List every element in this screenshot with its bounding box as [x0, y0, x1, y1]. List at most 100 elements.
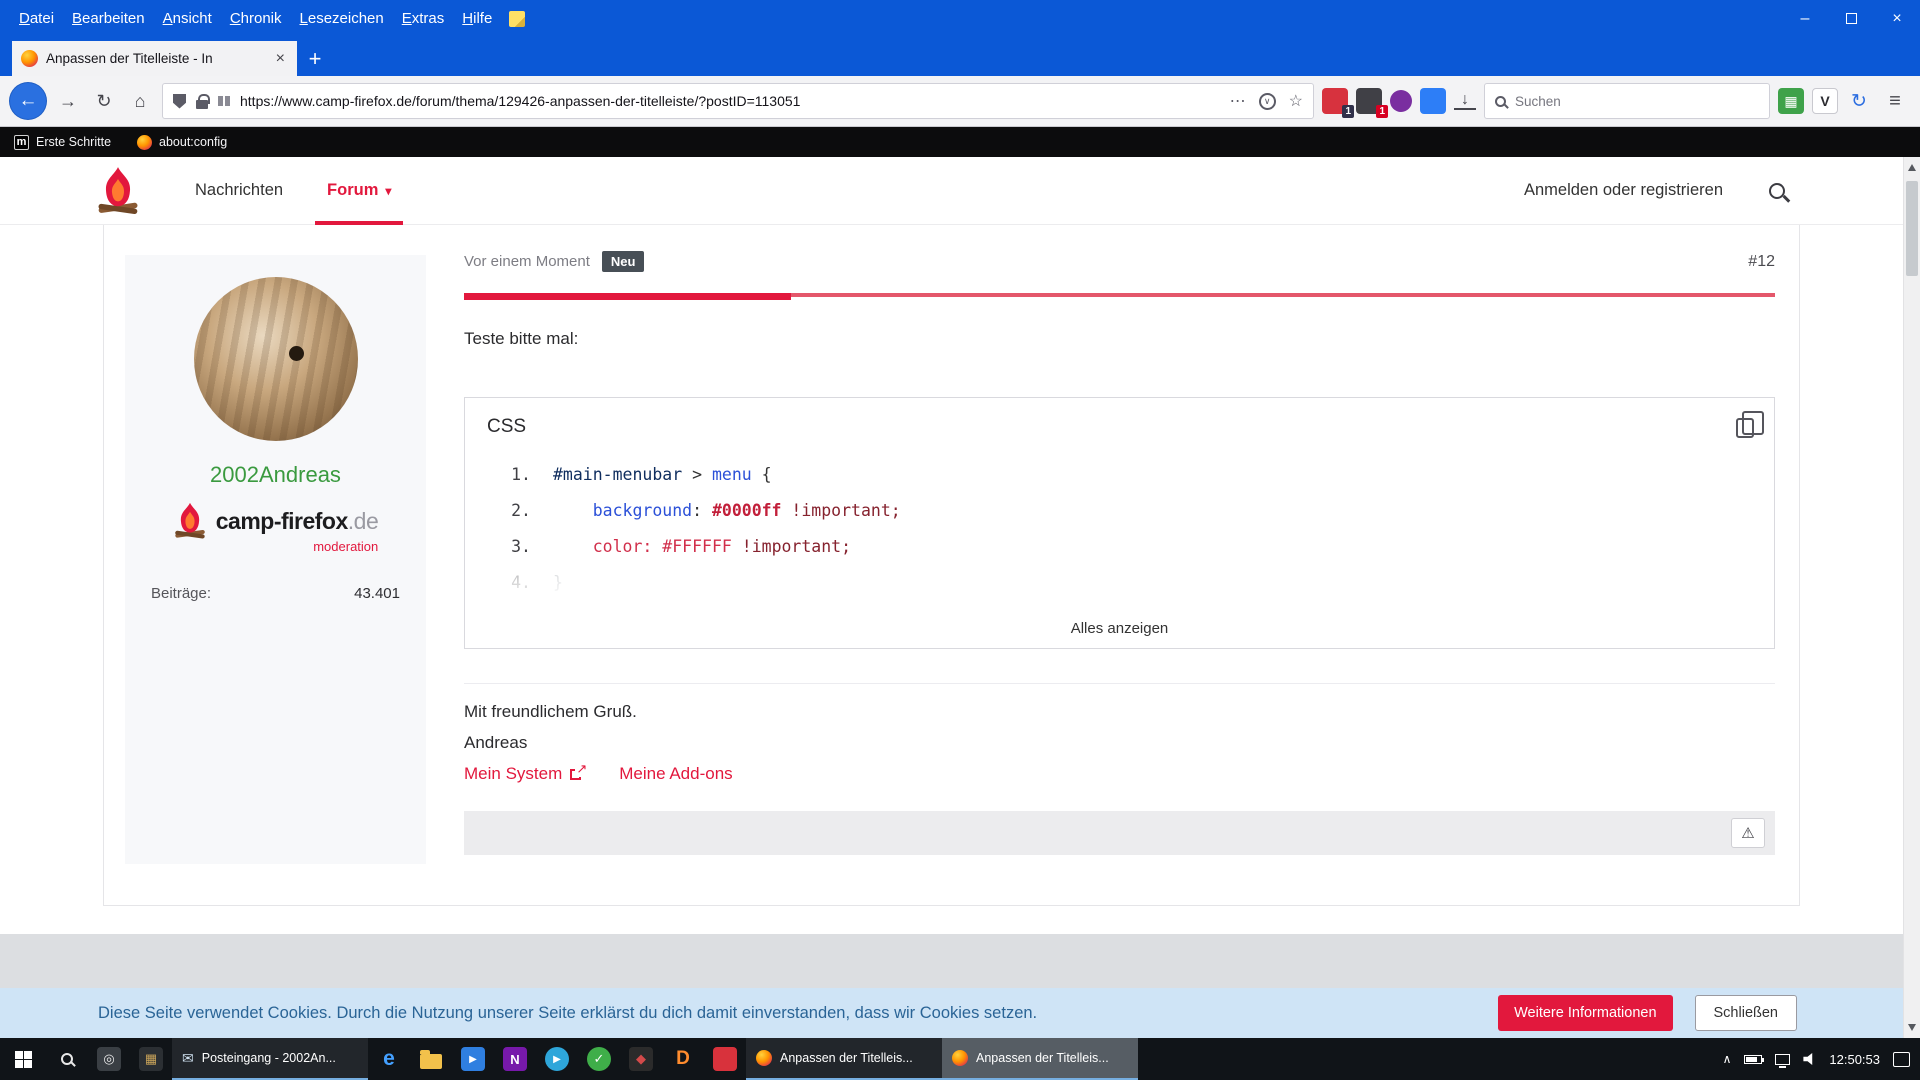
chevron-down-icon: ▾	[385, 184, 391, 198]
onenote-icon[interactable]: N	[494, 1038, 536, 1080]
photos-app-icon[interactable]: ▶	[452, 1038, 494, 1080]
downloads-icon[interactable]: ↓	[1454, 92, 1476, 110]
bookmark-erste-schritte[interactable]: m Erste Schritte	[14, 135, 111, 150]
stat-value: 43.401	[354, 585, 400, 602]
username-link[interactable]: 2002Andreas	[125, 462, 426, 488]
forward-button[interactable]: →	[54, 91, 82, 112]
page-content: Nachrichten Forum ▾ Anmelden oder regist…	[0, 157, 1903, 1038]
url-bar[interactable]: https://www.camp-firefox.de/forum/thema/…	[162, 83, 1314, 119]
nav-label: Forum	[327, 181, 378, 200]
file-explorer-icon[interactable]	[410, 1038, 452, 1080]
pinned-app-icon[interactable]: ◎	[88, 1038, 130, 1080]
tab-close-icon[interactable]: ×	[273, 50, 288, 68]
extension-dark-icon[interactable]: 1	[1356, 88, 1382, 114]
user-role-badge: moderation	[313, 539, 378, 554]
maximize-icon	[1846, 13, 1857, 24]
copy-code-icon[interactable]	[1736, 418, 1754, 438]
page-footer-band	[0, 934, 1903, 988]
start-button[interactable]	[0, 1038, 46, 1080]
warning-icon: ⚠	[1741, 824, 1754, 842]
network-icon[interactable]	[1775, 1054, 1790, 1065]
browser-tab[interactable]: Anpassen der Titelleiste - In ×	[12, 41, 297, 76]
reload-button[interactable]: ↻	[90, 91, 118, 112]
menu-chronik[interactable]: Chronik	[221, 0, 291, 37]
battery-icon[interactable]	[1744, 1055, 1762, 1064]
clock[interactable]: 12:50:53	[1829, 1052, 1880, 1067]
pinned-app-icon[interactable]: ▦	[130, 1038, 172, 1080]
pocket-icon[interactable]: ∨	[1259, 93, 1276, 110]
camp-firefox-logo[interactable]	[95, 166, 141, 216]
nav-forum[interactable]: Forum ▾	[313, 157, 405, 225]
search-input[interactable]	[1515, 94, 1759, 109]
show-all-link[interactable]: Alles anzeigen	[465, 620, 1774, 637]
scroll-up-icon[interactable]	[1908, 164, 1916, 171]
menu-hilfe[interactable]: Hilfe	[453, 0, 501, 37]
scrollbar-thumb[interactable]	[1906, 181, 1918, 276]
action-center-icon[interactable]	[1893, 1052, 1910, 1067]
mein-system-link[interactable]: Mein System ↗	[464, 764, 581, 784]
extension-purple-icon[interactable]	[1390, 90, 1412, 112]
telegram-icon[interactable]: ▶	[536, 1038, 578, 1080]
back-button[interactable]: ←	[10, 83, 46, 119]
bookmark-about-config[interactable]: about:config	[137, 135, 227, 150]
task-firefox-button-active[interactable]: Anpassen der Titelleis...	[942, 1038, 1138, 1080]
bookmark-star-icon[interactable]: ☆	[1289, 91, 1303, 111]
camp-firefox-badge-icon	[173, 502, 207, 540]
lock-icon[interactable]	[196, 100, 208, 109]
edge-icon[interactable]: e	[368, 1038, 410, 1080]
login-link[interactable]: Anmelden oder registrieren	[1524, 181, 1723, 200]
menu-ansicht[interactable]: Ansicht	[154, 0, 221, 37]
taskbar-search-icon[interactable]	[46, 1038, 88, 1080]
note-icon[interactable]	[509, 11, 525, 27]
search-icon	[1495, 96, 1506, 107]
menu-lesezeichen[interactable]: Lesezeichen	[291, 0, 393, 37]
sync-icon[interactable]: ↻	[1846, 88, 1872, 114]
site-search-icon[interactable]	[1769, 183, 1785, 199]
search-bar[interactable]	[1484, 83, 1770, 119]
new-tab-button[interactable]: +	[297, 41, 333, 76]
post-timestamp[interactable]: Vor einem Moment	[464, 253, 590, 270]
hamburger-menu-icon[interactable]: ≡	[1880, 90, 1910, 113]
extension-v-icon[interactable]: V	[1812, 88, 1838, 114]
task-mail-button[interactable]: ✉ Posteingang - 2002An...	[172, 1038, 368, 1080]
cookie-message: Diese Seite verwendet Cookies. Durch die…	[98, 1004, 1476, 1023]
extension-notes-icon[interactable]: ▦	[1778, 88, 1804, 114]
url-text[interactable]: https://www.camp-firefox.de/forum/thema/…	[240, 93, 1220, 109]
cookie-info-button[interactable]: Weitere Informationen	[1498, 995, 1672, 1031]
home-button[interactable]: ⌂	[126, 91, 154, 112]
pinned-app-icon[interactable]	[704, 1038, 746, 1080]
permissions-icon[interactable]	[218, 96, 230, 106]
antivirus-icon[interactable]: ✓	[578, 1038, 620, 1080]
maximize-button[interactable]	[1828, 0, 1874, 37]
pinned-app-icon[interactable]: ◆	[620, 1038, 662, 1080]
window-menubar: Datei Bearbeiten Ansicht Chronik Lesezei…	[0, 0, 1920, 37]
navigation-toolbar: ← → ↻ ⌂ https://www.camp-firefox.de/foru…	[0, 76, 1920, 127]
menu-datei[interactable]: Datei	[10, 0, 63, 37]
menu-bearbeiten[interactable]: Bearbeiten	[63, 0, 154, 37]
task-firefox-button[interactable]: Anpassen der Titelleis...	[746, 1038, 942, 1080]
nav-nachrichten[interactable]: Nachrichten	[181, 157, 297, 225]
volume-icon[interactable]	[1803, 1053, 1816, 1066]
window-controls: – ×	[1782, 0, 1920, 37]
cookie-close-button[interactable]: Schließen	[1695, 995, 1797, 1031]
close-button[interactable]: ×	[1874, 0, 1920, 37]
tab-title: Anpassen der Titelleiste - In	[46, 51, 265, 66]
tray-expand-icon[interactable]: ∧	[1723, 1052, 1732, 1066]
extension-container-icon[interactable]	[1420, 88, 1446, 114]
minimize-button[interactable]: –	[1782, 0, 1828, 37]
extension-ublock-icon[interactable]: 1	[1322, 88, 1348, 114]
code-block: CSS 1. #main-menubar > menu { 2. b	[464, 397, 1775, 649]
post-number-link[interactable]: #12	[1748, 253, 1775, 271]
tracking-shield-icon[interactable]	[173, 94, 186, 109]
scroll-down-icon[interactable]	[1908, 1024, 1916, 1031]
back-icon: ←	[19, 90, 38, 112]
forum-post: Vor einem Moment Neu #12 Teste bitte mal…	[464, 225, 1775, 906]
user-avatar[interactable]	[194, 277, 358, 441]
report-post-button[interactable]: ⚠	[1731, 818, 1765, 848]
menu-extras[interactable]: Extras	[393, 0, 454, 37]
new-post-indicator-rest	[791, 293, 1775, 297]
meine-addons-link[interactable]: Meine Add-ons	[619, 764, 732, 784]
page-actions-icon[interactable]: ⋯	[1230, 91, 1246, 111]
scrollbar[interactable]	[1903, 157, 1920, 1038]
pinned-app-icon[interactable]: D	[662, 1038, 704, 1080]
